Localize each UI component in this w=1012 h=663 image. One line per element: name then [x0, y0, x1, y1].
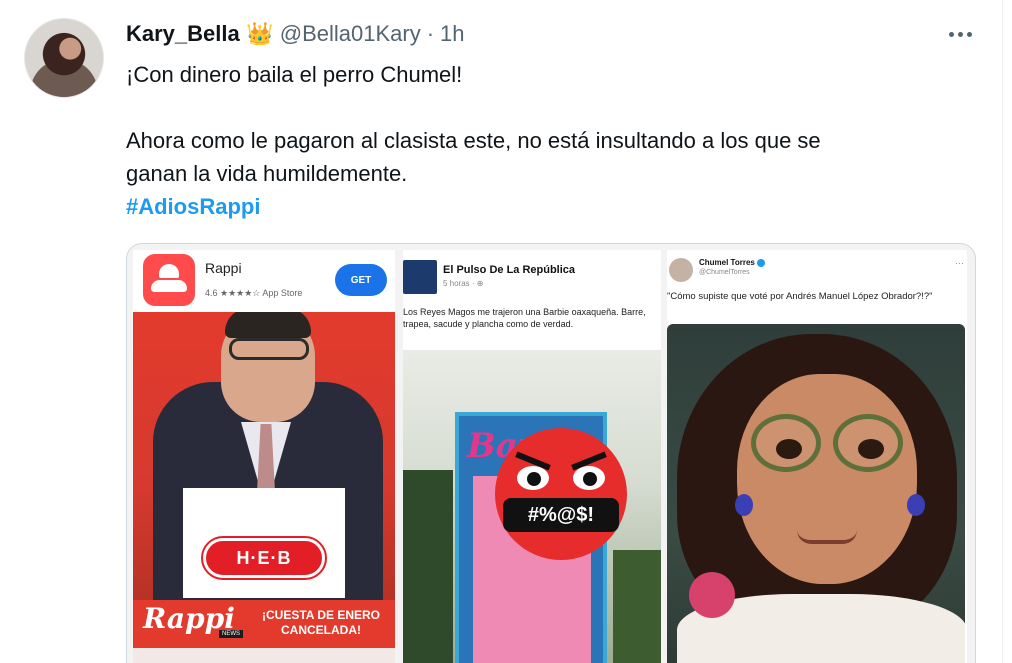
media-panel-rappi-ad: Rappi 4.6 ★★★★☆ App Store GET H·E·B Rapp…	[133, 250, 395, 663]
tweet-line-1: ¡Con dinero baila el perro Chumel!	[126, 62, 463, 87]
chumel-text: "Cómo supiste que voté por Andrés Manuel…	[667, 291, 933, 302]
banner-text: ¡CUESTA DE ENERO CANCELADA!	[261, 608, 380, 637]
avatar[interactable]	[24, 18, 104, 98]
tweet-text: ¡Con dinero baila el perro Chumel! Ahora…	[126, 58, 986, 223]
separator: ·	[426, 21, 435, 46]
timestamp[interactable]: 1h	[440, 21, 464, 47]
more-dot	[948, 31, 954, 37]
tweet-line-2: Ahora como le pagaron al clasista este, …	[126, 128, 821, 153]
heb-logo: H·E·B	[201, 536, 327, 580]
media-panel-pulso: El Pulso De La República 5 horas · ⊕ Los…	[403, 250, 661, 663]
pulso-text: Los Reyes Magos me trajeron una Barbie o…	[403, 307, 646, 329]
app-rating: 4.6 ★★★★☆ App Store	[205, 288, 303, 298]
chumel-name: Chumel Torres	[699, 258, 765, 267]
heb-card: H·E·B	[183, 488, 345, 598]
tweet-media[interactable]: Rappi 4.6 ★★★★☆ App Store GET H·E·B Rapp…	[126, 243, 976, 663]
display-name[interactable]: Kary_Bella	[126, 21, 240, 47]
media-panel-chumel: Chumel Torres @ChumelTorres ··· "Cómo su…	[667, 250, 967, 663]
pulso-avatar	[403, 260, 437, 294]
verified-icon	[756, 258, 765, 267]
hashtag-link[interactable]: #AdiosRappi	[126, 194, 260, 219]
footer-strip	[133, 648, 395, 663]
mirabel-image	[667, 324, 965, 663]
timeline-border	[1002, 0, 1003, 663]
angry-face-emoji: #%@$!	[495, 428, 627, 560]
censor-text: #%@$!	[503, 498, 619, 532]
more-dot	[966, 31, 972, 37]
user-handle[interactable]: @Bella01Kary	[280, 21, 421, 47]
chumel-handle: @ChumelTorres	[699, 269, 750, 276]
pulso-account-name: El Pulso De La República	[443, 264, 576, 276]
chumel-avatar	[669, 258, 693, 282]
news-tag: NEWS	[219, 630, 243, 638]
tweet-header: Kary_Bella 👑 @Bella01Kary · 1h	[126, 20, 465, 48]
presenter-photo: H·E·B	[133, 312, 395, 600]
chumel-name-text: Chumel Torres	[699, 258, 755, 267]
crown-icon: 👑	[246, 21, 274, 46]
more-dot	[957, 31, 963, 37]
barbie-photo: Barbie #%@$!	[403, 350, 661, 663]
more-options-icon[interactable]	[944, 24, 976, 44]
tweet-line-3: ganan la vida humildemente.	[126, 161, 408, 186]
chumel-more-icon: ···	[955, 258, 964, 268]
pulso-meta: 5 horas · ⊕	[443, 279, 484, 288]
rappi-banner: Rappi NEWS ¡CUESTA DE ENERO CANCELADA!	[133, 600, 395, 648]
app-name: Rappi	[205, 260, 242, 276]
get-button: GET	[335, 264, 387, 296]
rappi-app-icon	[143, 254, 195, 306]
